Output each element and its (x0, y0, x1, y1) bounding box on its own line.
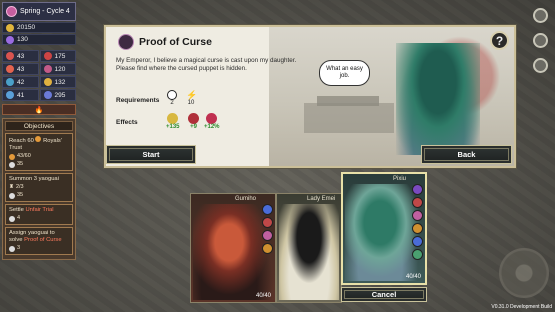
season-label: Spring - Cycle 4 (20, 8, 70, 15)
trust-icon (35, 136, 42, 142)
objective-item[interactable]: Assign yaoguai to solve Proof of Curse 3 (5, 227, 73, 255)
heart-icon (188, 113, 199, 124)
essence-counter: 130 (2, 34, 76, 45)
speech-bubble: What an easy job. (319, 60, 370, 86)
gumiho-portrait (193, 204, 273, 300)
stat-item: 132 (39, 76, 76, 88)
back-button[interactable]: Back (421, 145, 512, 164)
requirement-energy: ⚡ 10 (186, 90, 198, 106)
reward-icon (9, 161, 15, 168)
yaoguai-card-pixiu[interactable]: Pixiu 40/40 (341, 172, 427, 285)
stat-item: 175 (39, 50, 76, 62)
stat-item: 42 (2, 76, 39, 88)
reward-icon (9, 215, 15, 222)
requirement-time: 2 (167, 90, 177, 106)
gold-counter: 20150 (2, 22, 76, 33)
palace-building (304, 103, 394, 133)
start-button[interactable]: Start (106, 145, 196, 164)
quest-description: My Emperor, I believe a magical curse is… (116, 57, 297, 73)
objectives-title: Objectives (5, 121, 73, 131)
season-icon (6, 6, 17, 17)
version-info: V0.31.0 Development Build (491, 304, 552, 310)
objective-item[interactable]: Summon 3 yaoguai ♜ 2/3 35 (5, 173, 73, 202)
objective-item[interactable]: Settle Unfair Trial 4 (5, 204, 73, 225)
stat-item: 43 (2, 50, 39, 62)
yaoguai-card-gumiho[interactable]: Gumiho 40/40 (190, 193, 276, 303)
flame-indicator[interactable]: 🔥 (2, 104, 76, 115)
cancel-button[interactable]: Cancel (341, 287, 427, 302)
stat-icon (6, 78, 14, 86)
stats-grid: 43 175 43 120 42 132 41 295 (2, 50, 76, 101)
quest-icon (118, 34, 134, 50)
card-stats (262, 204, 273, 254)
stat-icon (43, 91, 52, 99)
objective-item[interactable]: Reach 60 Royals' Trust 43/60 35 (5, 133, 73, 171)
card-energy: 40/40 (255, 293, 271, 299)
stat-icon (6, 91, 14, 99)
settings-gear-icon[interactable] (533, 8, 548, 23)
stat-chip (262, 204, 273, 215)
stat-chip (412, 223, 423, 234)
wheel-ornament (499, 248, 549, 298)
stat-item: 120 (39, 63, 76, 75)
trust-icon (9, 153, 15, 160)
effect-trust: +9 (188, 113, 199, 130)
yaoguai-card-lady-emei[interactable]: Lady Emei (276, 193, 342, 303)
stat-chip (412, 197, 423, 208)
season-banner: Spring - Cycle 4 (2, 2, 76, 21)
stat-chip (262, 243, 273, 254)
stat-icon (43, 78, 52, 86)
quest-title: Proof of Curse (139, 36, 212, 48)
stat-chip (412, 249, 423, 260)
effect-percent: +12% (204, 113, 220, 130)
yaoguai-icon: ♜ (9, 184, 14, 190)
card-energy: 40/40 (405, 274, 421, 280)
objectives-panel: Objectives Reach 60 Royals' Trust 43/60 … (2, 118, 76, 260)
stat-chip (262, 217, 273, 228)
stat-chip (412, 210, 423, 221)
stat-icon (43, 65, 52, 73)
coin-icon (6, 23, 14, 32)
stat-icon (6, 52, 14, 60)
stat-chip (412, 236, 423, 247)
options-icon[interactable] (533, 33, 548, 48)
requirements-label: Requirements (116, 97, 160, 104)
effect-gold: +135 (166, 113, 180, 130)
coin-icon (167, 113, 179, 124)
stat-icon (6, 65, 14, 73)
spirit-character (396, 43, 480, 155)
left-sidebar: Spring - Cycle 4 20150 130 43 175 43 120… (2, 2, 76, 260)
stat-chip (262, 230, 273, 241)
reward-icon (9, 245, 15, 252)
stat-chip (412, 184, 423, 195)
lady-emei-portrait (279, 204, 339, 300)
flame-icon: 🔥 (34, 106, 44, 114)
curse-icon (206, 113, 218, 124)
card-name: Pixiu (393, 176, 407, 182)
card-name: Lady Emei (307, 196, 336, 202)
stat-icon (43, 52, 52, 60)
card-stats (412, 184, 423, 260)
stat-item: 43 (2, 63, 39, 75)
lightning-icon: ⚡ (186, 90, 198, 100)
reward-icon (9, 192, 15, 199)
stat-item: 295 (39, 89, 76, 101)
effects-label: Effects (116, 119, 138, 126)
card-name: Gumiho (235, 196, 257, 202)
stat-item: 41 (2, 89, 39, 101)
help-button[interactable]: ? (490, 31, 509, 50)
clock-icon (167, 90, 177, 100)
menu-icon[interactable] (533, 58, 548, 73)
essence-icon (6, 35, 14, 44)
